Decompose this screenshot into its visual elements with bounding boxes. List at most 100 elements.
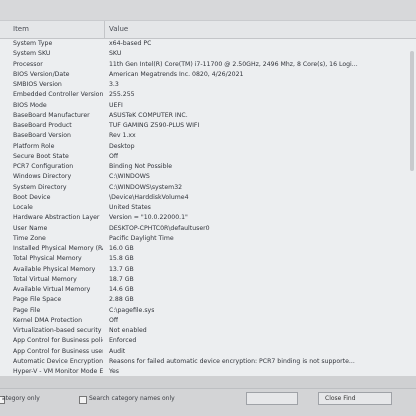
row-value: Reasons for failed automatic device encr…	[109, 357, 355, 365]
row-item: Page File	[13, 306, 41, 314]
table-row[interactable]: Secure Boot State Off	[0, 152, 416, 162]
table-row[interactable]: Platform Role Desktop	[0, 142, 416, 152]
row-item: SMBIOS Version	[13, 81, 62, 88]
table-row[interactable]: Available Physical Memory 13.7 GB	[0, 265, 416, 275]
row-item: Locale	[13, 204, 33, 211]
row-value: United States	[109, 204, 151, 211]
row-item: Embedded Controller Version	[13, 91, 103, 99]
find-bar: ategory only Search category names only …	[0, 376, 416, 416]
row-value: American Megatrends Inc. 0820, 4/26/2021	[109, 70, 244, 78]
row-value: C:\WINDOWS	[109, 173, 150, 181]
scrollbar[interactable]	[410, 51, 414, 171]
row-item: Processor	[13, 60, 43, 68]
row-value: Rev 1.xx	[109, 132, 136, 140]
table-row[interactable]: Page File Space 2.88 GB	[0, 295, 416, 305]
row-item: App Control for Business user ...	[13, 347, 103, 355]
row-item: PCR7 Configuration	[13, 163, 74, 170]
row-value: Binding Not Possible	[109, 163, 173, 170]
row-item: Page File Space	[13, 296, 62, 304]
row-item: User Name	[13, 224, 48, 232]
row-value: Pacific Daylight Time	[109, 234, 174, 242]
row-value: \Device\HarddiskVolume4	[109, 193, 189, 201]
selected-category-label: ategory only	[2, 395, 40, 402]
table-row[interactable]: Boot Device \Device\HarddiskVolume4	[0, 193, 416, 203]
row-item: System Type	[13, 40, 53, 47]
table-row[interactable]: Embedded Controller Version 255.255	[0, 90, 416, 100]
table-row[interactable]: Total Virtual Memory 18.7 GB	[0, 275, 416, 285]
table-row[interactable]: Locale United States	[0, 203, 416, 213]
row-value: C:\pagefile.sys	[109, 306, 155, 314]
row-item: BaseBoard Product	[13, 122, 72, 129]
row-value: Audit	[109, 347, 126, 355]
row-value: Off	[109, 316, 119, 324]
row-value: 11th Gen Intel(R) Core(TM) i7-11700 @ 2.…	[109, 60, 358, 68]
close-find-button[interactable]: Close Find	[318, 392, 392, 405]
row-item: Available Virtual Memory	[13, 286, 91, 293]
row-item: Time Zone	[13, 234, 46, 242]
table-row[interactable]: App Control for Business user ... Audit	[0, 347, 416, 357]
row-item: BaseBoard Manufacturer	[13, 111, 90, 119]
table-row[interactable]: BIOS Version/Date American Megatrends Inc…	[0, 70, 416, 80]
table-row[interactable]: System SKU SKU	[0, 49, 416, 59]
table-row[interactable]: Windows Directory C:\WINDOWS	[0, 172, 416, 182]
row-value: ASUSTeK COMPUTER INC.	[109, 111, 188, 119]
row-value: Enforced	[109, 337, 137, 345]
table-row[interactable]: Kernel DMA Protection Off	[0, 316, 416, 326]
table-row[interactable]: PCR7 Configuration Binding Not Possible	[0, 162, 416, 172]
table-row[interactable]: BaseBoard Manufacturer ASUSTeK COMPUTER I…	[0, 111, 416, 121]
row-value: DESKTOP-CPHTC0R\defaultuser0	[109, 224, 210, 232]
table-row[interactable]: Processor 11th Gen Intel(R) Core(TM) i7-1…	[0, 60, 416, 70]
table-row[interactable]: Automatic Device Encryption Su... Reasons…	[0, 357, 416, 367]
table-row[interactable]: Installed Physical Memory (RAM) 16.0 GB	[0, 244, 416, 254]
table-row[interactable]: Hardware Abstraction Layer Version = "10.…	[0, 213, 416, 223]
row-item: BIOS Version/Date	[13, 70, 70, 78]
row-item: Kernel DMA Protection	[13, 316, 83, 324]
table-row[interactable]: System Type x64-based PC	[0, 39, 416, 49]
row-item: Installed Physical Memory (RAM)	[13, 245, 103, 252]
row-item: BIOS Mode	[13, 101, 47, 109]
system-summary-list: Item Value System Type x64-based PC System…	[0, 20, 416, 406]
row-value: Version = "10.0.22000.1"	[109, 214, 188, 222]
row-item: Automatic Device Encryption Su...	[13, 357, 103, 365]
table-row[interactable]: BIOS Mode UEFI	[0, 101, 416, 111]
find-bar-strip	[0, 376, 416, 389]
row-item: Windows Directory	[13, 173, 72, 181]
table-row[interactable]: SMBIOS Version 3.3	[0, 80, 416, 90]
row-value: 255.255	[109, 91, 135, 99]
table-row[interactable]: System Directory C:\WINDOWS\system32	[0, 183, 416, 193]
row-value: 13.7 GB	[109, 265, 134, 273]
table-row[interactable]: BaseBoard Product TUF GAMING Z590-PLUS WI…	[0, 121, 416, 131]
find-button[interactable]	[246, 392, 298, 405]
row-value: UEFI	[109, 101, 123, 109]
row-item: Total Virtual Memory	[13, 275, 77, 283]
row-item: Total Physical Memory	[13, 255, 82, 263]
list-header: Item Value	[0, 21, 416, 39]
row-value: 14.6 GB	[109, 286, 134, 293]
row-value: 2.88 GB	[109, 296, 134, 304]
row-value: 16.0 GB	[109, 245, 134, 252]
table-row[interactable]: App Control for Business policy Enforced	[0, 336, 416, 346]
table-row[interactable]: User Name DESKTOP-CPHTC0R\defaultuser0	[0, 224, 416, 234]
row-item: Hardware Abstraction Layer	[13, 214, 100, 222]
column-divider[interactable]	[104, 21, 105, 38]
table-row[interactable]: Virtualization-based security Not enabled	[0, 326, 416, 336]
row-item: Platform Role	[13, 142, 55, 150]
table-row[interactable]: Total Physical Memory 15.8 GB	[0, 254, 416, 264]
row-item: Available Physical Memory	[13, 265, 96, 273]
table-row[interactable]: BaseBoard Version Rev 1.xx	[0, 131, 416, 141]
table-row[interactable]: Available Virtual Memory 14.6 GB	[0, 285, 416, 295]
search-names-checkbox[interactable]	[79, 396, 87, 404]
table-row[interactable]: Time Zone Pacific Daylight Time	[0, 234, 416, 244]
table-row[interactable]: Page File C:\pagefile.sys	[0, 306, 416, 316]
row-value: SKU	[109, 50, 122, 58]
row-item: App Control for Business policy	[13, 337, 103, 345]
column-header-value[interactable]: Value	[109, 25, 128, 33]
row-value: 15.8 GB	[109, 255, 134, 263]
row-value: C:\WINDOWS\system32	[109, 183, 183, 191]
row-value: x64-based PC	[109, 40, 152, 47]
row-value: 3.3	[109, 81, 119, 88]
column-header-item[interactable]: Item	[13, 25, 29, 33]
rows-container: System Type x64-based PC System SKU SKU Proc…	[0, 39, 416, 408]
row-item: Virtualization-based security	[13, 327, 102, 334]
row-item: Boot Device	[13, 193, 51, 201]
